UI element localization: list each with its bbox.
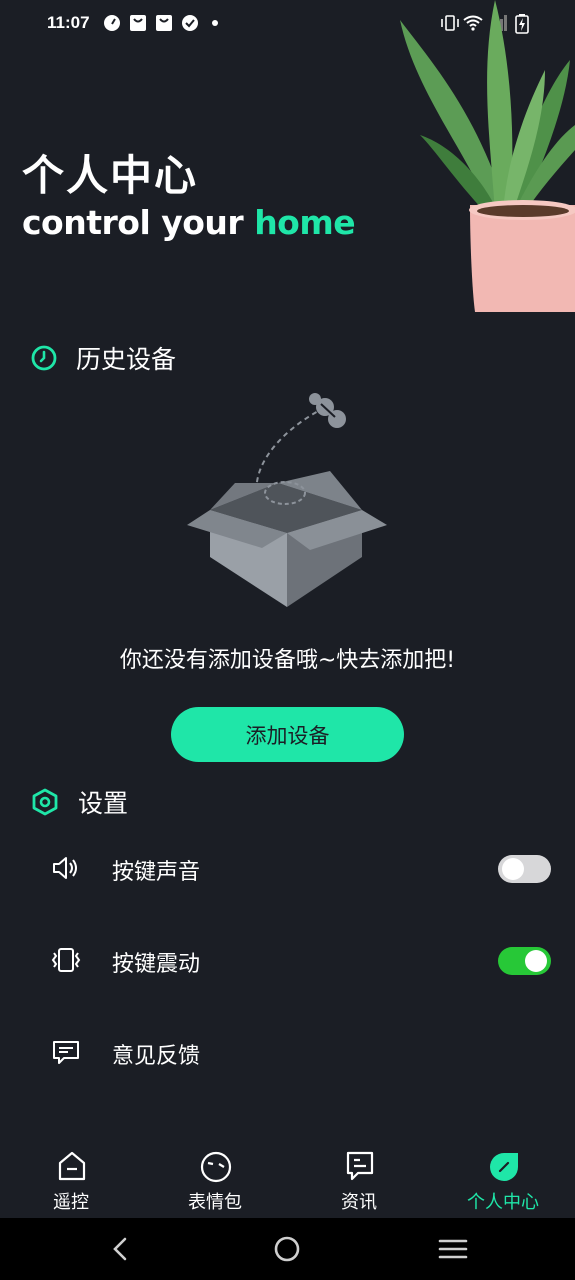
tab-emoji-label: 表情包 [188, 1192, 242, 1213]
key-vibrate-toggle[interactable] [498, 947, 551, 975]
tab-news-label: 资讯 [341, 1192, 377, 1213]
subtitle-prefix: control your [22, 203, 255, 242]
emoji-icon [200, 1151, 232, 1183]
setting-feedback[interactable]: 意见反馈 [0, 1022, 575, 1082]
tab-news[interactable]: 资讯 [309, 1143, 409, 1218]
setting-feedback-label: 意见反馈 [112, 1044, 201, 1069]
history-section-header: 历史设备 [30, 341, 176, 375]
speed-icon [104, 15, 120, 31]
plant-illustration [400, 0, 575, 312]
toggle-knob [525, 950, 547, 972]
history-title: 历史设备 [76, 345, 177, 374]
check-circle-icon [182, 15, 198, 31]
empty-box-illustration [187, 393, 387, 607]
system-navigation-bar [0, 1218, 575, 1280]
dot-icon [212, 20, 218, 26]
tab-remote[interactable]: 遥控 [21, 1143, 121, 1218]
toggle-knob [502, 858, 524, 880]
vibrate-icon [51, 948, 81, 972]
menu-icon[interactable] [436, 1232, 470, 1266]
add-device-button[interactable]: 添加设备 [171, 707, 404, 762]
speaker-icon [53, 857, 77, 879]
subtitle-accent: home [254, 203, 356, 242]
remote-icon [58, 1151, 86, 1181]
news-icon [346, 1151, 374, 1181]
feedback-icon [53, 1041, 79, 1064]
bottom-tab-bar: 遥控 表情包 资讯 个人中心 [0, 1143, 575, 1218]
tab-profile[interactable]: 个人中心 [453, 1143, 553, 1218]
bag-icon [156, 15, 172, 31]
setting-key-sound-label: 按键声音 [112, 860, 201, 885]
page-title: 个人中心 [22, 151, 199, 200]
back-icon[interactable] [104, 1232, 138, 1266]
profile-icon [490, 1153, 518, 1181]
settings-title: 设置 [78, 789, 129, 818]
tab-profile-label: 个人中心 [467, 1192, 539, 1213]
setting-key-vibrate: 按键震动 [0, 930, 575, 990]
settings-hexagon-icon [32, 788, 58, 816]
empty-devices-text: 你还没有添加设备哦~快去添加把! [119, 648, 456, 673]
tab-remote-label: 遥控 [53, 1192, 89, 1213]
profile-screen: 11:07 个人中心 control your home 历史设备 你还没有添加… [0, 0, 575, 1280]
home-icon[interactable] [270, 1232, 304, 1266]
tab-emoji[interactable]: 表情包 [165, 1143, 265, 1218]
setting-key-vibrate-label: 按键震动 [112, 952, 201, 977]
page-subtitle: control your home [22, 203, 356, 242]
key-sound-toggle[interactable] [498, 855, 551, 883]
settings-section-header: 设置 [30, 785, 128, 819]
clock-icon [31, 345, 57, 371]
setting-key-sound: 按键声音 [0, 838, 575, 898]
bag-icon [130, 15, 146, 31]
status-time: 11:07 [47, 13, 90, 32]
